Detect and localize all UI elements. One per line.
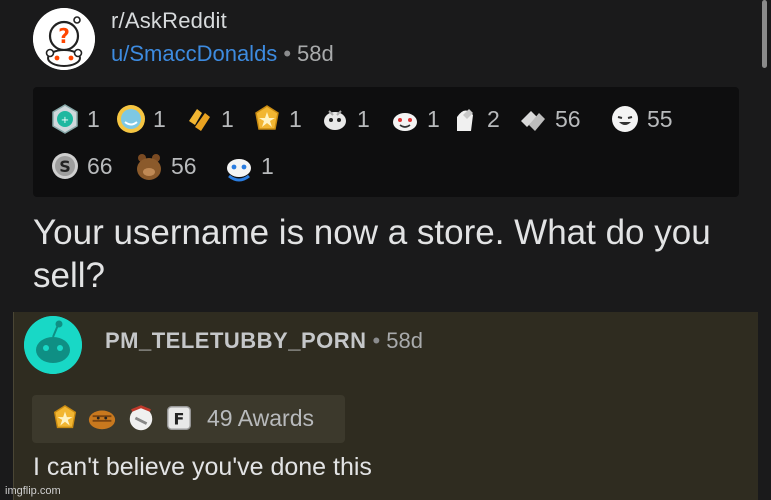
subreddit-name[interactable]: r/AskReddit (111, 8, 227, 34)
facepalm-icon (129, 405, 153, 431)
comment-meta: PM_TELETUBBY_PORN • 58d (105, 328, 423, 354)
silver-coin-icon: S (52, 153, 78, 179)
comment-awards-count: 49 Awards (207, 405, 314, 431)
sun-face-icon (117, 105, 145, 133)
award-item[interactable]: 1 (389, 103, 440, 135)
meta-separator: • (372, 328, 381, 353)
comment: PM_TELETUBBY_PORN • 58d F 49 Awards I can'… (13, 312, 758, 500)
bear-hug-icon (137, 154, 161, 180)
award-item[interactable]: 1 (183, 103, 234, 135)
award-item[interactable]: + 1 (49, 103, 100, 135)
svg-text:+: + (61, 115, 69, 126)
award-item[interactable]: S 66 (49, 150, 113, 182)
scrollbar[interactable] (762, 0, 767, 68)
post-meta: u/SmaccDonalds • 58d (111, 41, 334, 67)
commenter-avatar-icon[interactable] (24, 316, 82, 374)
gold-star-icon (255, 105, 279, 130)
press-f-icon: F (167, 406, 191, 430)
alien-face-icon (324, 110, 346, 130)
watermark: imgflip.com (5, 485, 61, 497)
post-card: ? r/AskReddit u/SmaccDonalds • 58d + 1 1 1 (0, 0, 771, 312)
post-title[interactable]: Your username is now a store. What do yo… (33, 211, 733, 297)
award-item[interactable]: 55 (609, 103, 673, 135)
svg-text:?: ? (58, 24, 70, 48)
post-author[interactable]: u/SmaccDonalds (111, 41, 277, 66)
award-item[interactable]: 56 (133, 150, 197, 182)
facepalm-icon (457, 109, 473, 131)
award-item[interactable]: 1 (319, 103, 370, 135)
svg-text:F: F (174, 410, 185, 429)
award-item[interactable]: 56 (517, 103, 581, 135)
award-item[interactable]: 1 (251, 103, 302, 135)
post-age: 58d (297, 41, 334, 66)
comment-awards-panel[interactable]: F 49 Awards (32, 395, 345, 443)
comment-age: 58d (386, 328, 423, 353)
svg-text:S: S (59, 157, 71, 176)
comment-author[interactable]: PM_TELETUBBY_PORN (105, 328, 367, 353)
gold-star-icon (53, 404, 77, 429)
comment-body: I can't believe you've done this (33, 453, 372, 481)
award-item[interactable]: 1 (115, 103, 166, 135)
clapping-hands-icon (189, 109, 210, 131)
award-item[interactable]: 2 (449, 103, 500, 135)
bread-icon (88, 410, 116, 430)
snoo-laughing-icon (393, 113, 417, 131)
subreddit-avatar-icon[interactable]: ? (33, 8, 95, 70)
award-item[interactable]: 1 (223, 150, 274, 182)
snoo-blue-icon (227, 159, 251, 182)
handshake-icon (521, 111, 545, 131)
silver-badge-icon: + (52, 104, 78, 134)
meta-separator: • (283, 41, 292, 66)
crying-laughing-icon (612, 106, 638, 132)
awards-panel[interactable]: + 1 1 1 1 1 1 2 56 55 S 66 56 1 (33, 87, 739, 197)
